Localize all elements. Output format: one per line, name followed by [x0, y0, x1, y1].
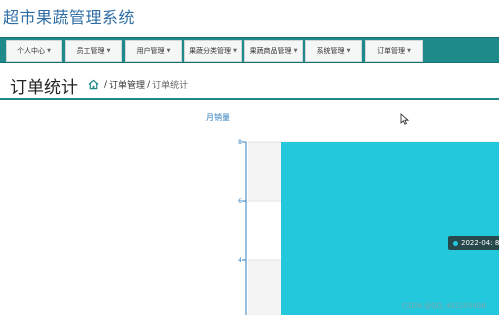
y-axis-tick-label: 6 [238, 198, 242, 205]
sales-chart: 8 6 4 [238, 139, 499, 315]
y-axis-tick-label: 4 [238, 257, 242, 264]
y-axis-tick-label: 8 [238, 139, 242, 146]
series-dot-icon [453, 240, 458, 246]
watermark: CSDN @QQ_402205498 [402, 302, 486, 310]
chart-bar [281, 142, 499, 315]
tooltip-text: 2022-04: 8 [461, 239, 499, 247]
chart-tooltip: 2022-04: 8 [448, 236, 499, 250]
